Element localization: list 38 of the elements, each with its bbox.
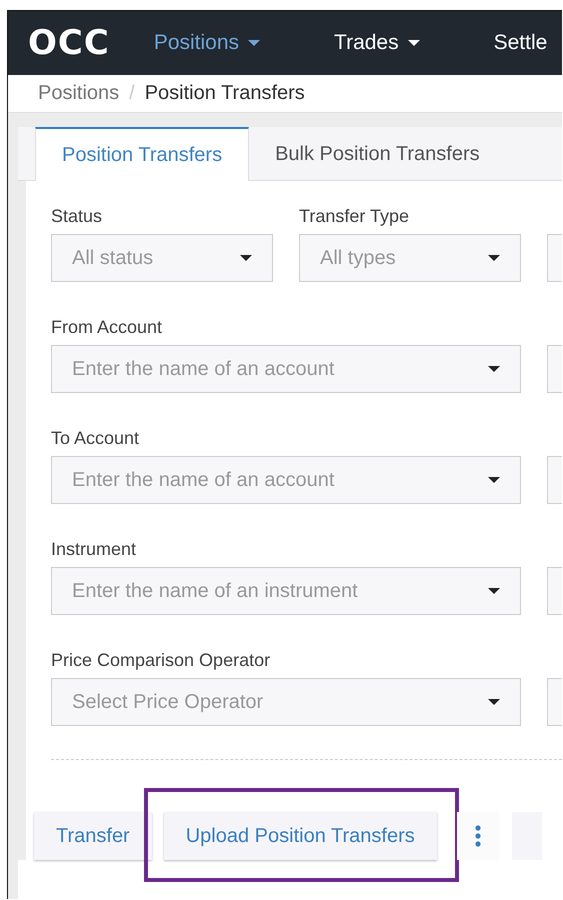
field-label: Instrument bbox=[51, 538, 138, 560]
dropdown-field[interactable]: All status bbox=[51, 234, 273, 282]
caret-icon bbox=[488, 255, 500, 261]
caret-icon bbox=[488, 699, 500, 705]
breadcrumb-current: Position Transfers bbox=[144, 82, 305, 105]
field-label: Status bbox=[51, 205, 104, 227]
dropdown-field[interactable]: Select Price Operator bbox=[51, 678, 521, 726]
caret-icon bbox=[240, 255, 252, 261]
action-button[interactable]: Upload Position Transfers bbox=[164, 812, 437, 860]
dropdown-caret-icon bbox=[408, 40, 420, 46]
field-label: From Account bbox=[51, 316, 164, 338]
tab[interactable]: Position Transfers bbox=[35, 127, 250, 181]
more-options-button[interactable] bbox=[456, 812, 499, 860]
nav-menu-item[interactable]: Positions bbox=[154, 31, 260, 55]
nav-menu-item[interactable]: Settle bbox=[494, 31, 548, 55]
dropdown-field[interactable] bbox=[547, 678, 562, 726]
breadcrumb-separator: / bbox=[129, 82, 135, 105]
breadcrumb-link[interactable]: Positions bbox=[38, 82, 120, 105]
dropdown-field[interactable] bbox=[547, 456, 562, 504]
action-button[interactable]: Transfer bbox=[34, 812, 152, 860]
dropdown-field[interactable] bbox=[547, 234, 562, 282]
dropdown-field[interactable] bbox=[547, 567, 562, 615]
caret-icon bbox=[488, 588, 500, 594]
dropdown-field[interactable]: All types bbox=[299, 234, 521, 282]
vertical-dots-icon bbox=[474, 825, 481, 847]
logo[interactable]: OCC bbox=[28, 23, 110, 63]
dropdown-field[interactable] bbox=[547, 345, 562, 393]
dropdown-caret-icon bbox=[248, 40, 260, 46]
dropdown-field[interactable]: Enter the name of an account bbox=[51, 345, 521, 393]
tab[interactable]: Bulk Position Transfers bbox=[249, 127, 506, 180]
field-label: Transfer Type bbox=[299, 205, 410, 227]
caret-icon bbox=[488, 366, 500, 372]
caret-icon bbox=[488, 477, 500, 483]
field-label: To Account bbox=[51, 427, 140, 449]
dropdown-field[interactable]: Enter the name of an instrument bbox=[51, 567, 521, 615]
dropdown-field[interactable]: Enter the name of an account bbox=[51, 456, 521, 504]
nav-menu-item[interactable]: Trades bbox=[334, 31, 420, 55]
field-label: Price Comparison Operator bbox=[51, 649, 272, 671]
